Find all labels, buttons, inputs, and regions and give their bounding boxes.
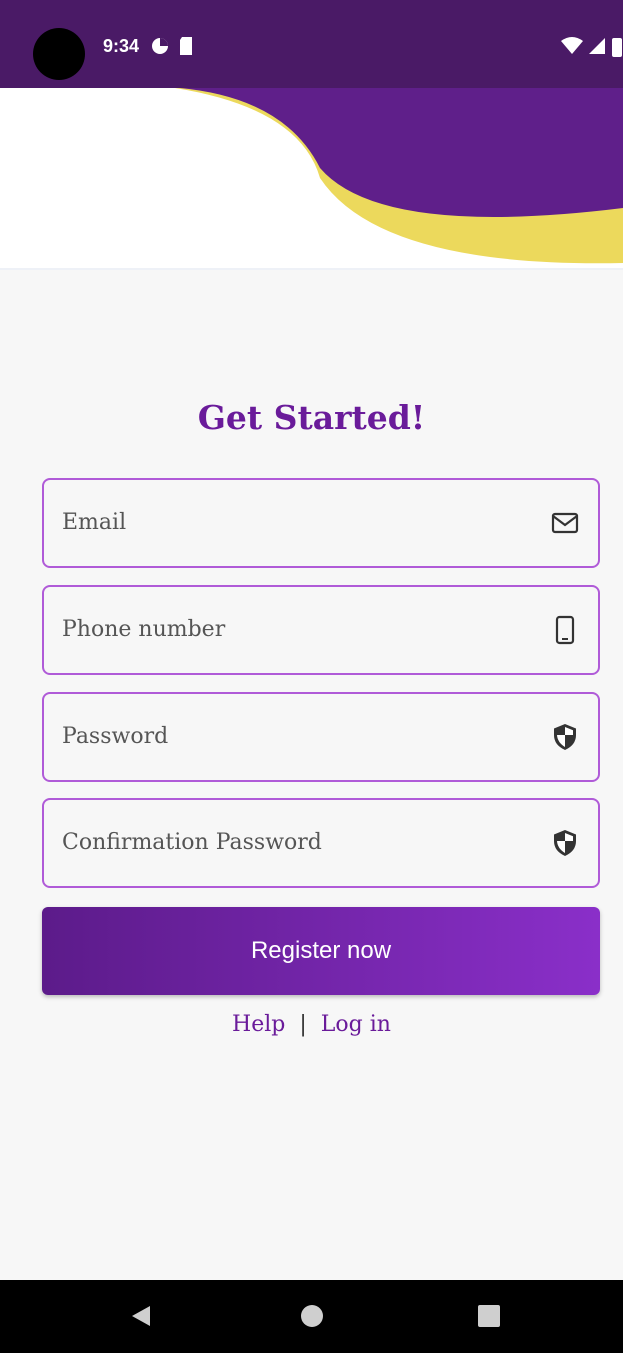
navigation-bar — [0, 1280, 623, 1353]
battery-icon — [612, 38, 622, 57]
email-placeholder: Email — [62, 510, 127, 535]
page-title: Get Started! — [197, 398, 426, 437]
phone-number-field[interactable]: Phone number — [42, 585, 600, 675]
back-icon[interactable] — [128, 1303, 154, 1329]
password-placeholder: Password — [62, 724, 169, 749]
phone-number-placeholder: Phone number — [62, 617, 226, 642]
mail-icon — [551, 512, 579, 534]
help-link[interactable]: Help — [232, 1012, 285, 1037]
header-wave — [0, 88, 623, 268]
footer-links: Help | Log in — [0, 1012, 623, 1037]
password-field[interactable]: Password — [42, 692, 600, 782]
home-icon[interactable] — [299, 1303, 325, 1329]
email-field[interactable]: Email — [42, 478, 600, 568]
register-button[interactable]: Register now — [42, 907, 600, 995]
camera-cutout-icon — [33, 28, 85, 80]
phone-icon — [555, 615, 575, 645]
sd-card-icon — [180, 37, 192, 55]
confirmation-password-field[interactable]: Confirmation Password — [42, 798, 600, 888]
shield-icon — [554, 830, 576, 856]
data-saver-icon — [152, 38, 168, 54]
header-divider — [0, 268, 623, 270]
status-time: 9:34 — [103, 36, 140, 56]
link-separator: | — [299, 1012, 307, 1037]
status-bar: 9:34 — [0, 0, 623, 88]
recents-icon[interactable] — [476, 1303, 502, 1329]
cell-signal-icon — [589, 38, 605, 54]
shield-icon — [554, 724, 576, 750]
wifi-icon — [561, 37, 583, 54]
confirmation-password-placeholder: Confirmation Password — [62, 830, 322, 855]
login-link[interactable]: Log in — [321, 1012, 391, 1037]
